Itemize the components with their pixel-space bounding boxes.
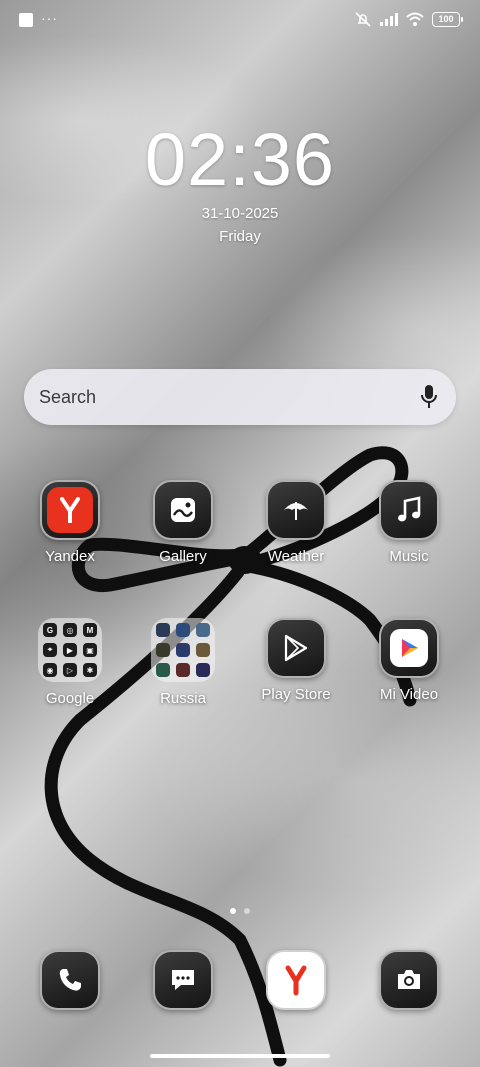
dock-yandex-browser[interactable] — [266, 950, 326, 1010]
mi-video-icon — [379, 618, 439, 678]
folder-app-icon — [156, 663, 170, 677]
app-play-store[interactable]: Play Store — [241, 618, 351, 703]
alarm-off-icon — [355, 12, 371, 27]
phone-icon — [40, 950, 100, 1010]
yandex-icon — [40, 480, 100, 540]
app-label: Weather — [267, 548, 325, 565]
dock-phone[interactable] — [40, 950, 100, 1010]
battery-level: 100 — [438, 14, 454, 24]
assistant-icon: ✱ — [83, 663, 97, 677]
folder-app-icon — [196, 643, 210, 657]
folder-app-icon — [176, 623, 190, 637]
app-label: Russia — [160, 690, 206, 707]
search-placeholder: Search — [39, 386, 97, 407]
app-label: Music — [389, 548, 429, 565]
clock-time[interactable]: 02:36 — [0, 118, 480, 202]
dock-camera[interactable] — [379, 950, 439, 1010]
folder-app-icon — [156, 623, 170, 637]
page-dot[interactable] — [244, 908, 250, 914]
maps-icon: ⌖ — [43, 643, 57, 657]
page-indicator — [0, 908, 480, 914]
page-dot-active[interactable] — [230, 908, 236, 914]
folder-russia[interactable]: Russia — [128, 618, 238, 707]
gallery-icon — [153, 480, 213, 540]
app-music[interactable]: Music — [354, 480, 464, 565]
play-store-icon — [266, 618, 326, 678]
music-note-icon — [379, 480, 439, 540]
google-icon: G — [43, 623, 57, 637]
folder-icon: G ◎ M ⌖ ▶ ▣ ◉ ▷ ✱ — [38, 618, 102, 682]
yandex-icon — [266, 950, 326, 1010]
app-yandex[interactable]: Yandex — [15, 480, 125, 565]
youtube-icon: ▶ — [63, 643, 77, 657]
app-weather[interactable]: Weather — [241, 480, 351, 565]
clock-day: Friday — [219, 228, 261, 245]
message-icon — [153, 950, 213, 1010]
folder-app-icon — [196, 623, 210, 637]
home-indicator[interactable] — [150, 1054, 330, 1058]
app-gallery[interactable]: Gallery — [128, 480, 238, 565]
cellular-signal-icon — [380, 13, 398, 26]
folder-app-icon — [156, 643, 170, 657]
folder-app-icon — [176, 663, 190, 677]
app-label: Yandex — [45, 548, 95, 565]
folder-google[interactable]: G ◎ M ⌖ ▶ ▣ ◉ ▷ ✱ Google — [15, 618, 125, 707]
gmail-icon: M — [83, 623, 97, 637]
clock-date: 31-10-2025 — [201, 205, 279, 222]
status-bar: ··· 100 — [0, 0, 480, 40]
dock-messages[interactable] — [153, 950, 213, 1010]
app-label: Mi Video — [379, 686, 439, 703]
google-lens-icon: ◎ — [63, 623, 77, 637]
photos-icon: ◉ — [43, 663, 57, 677]
wifi-icon — [406, 12, 424, 26]
more-notifications-indicator: ··· — [41, 10, 58, 26]
app-label: Google — [45, 690, 95, 707]
folder-icon — [151, 618, 215, 682]
battery-icon: 100 — [432, 11, 463, 27]
mic-icon[interactable] — [420, 384, 438, 410]
notification-square-icon — [19, 13, 33, 27]
search-bar[interactable]: Search — [24, 369, 456, 425]
app-label: Gallery — [159, 548, 207, 565]
folder-app-icon — [176, 643, 190, 657]
folder-app-icon — [196, 663, 210, 677]
weather-umbrella-icon — [266, 480, 326, 540]
play-icon: ▷ — [63, 663, 77, 677]
app-mi-video[interactable]: Mi Video — [354, 618, 464, 703]
camera-icon — [379, 950, 439, 1010]
app-label: Play Store — [261, 686, 331, 703]
drive-icon: ▣ — [83, 643, 97, 657]
